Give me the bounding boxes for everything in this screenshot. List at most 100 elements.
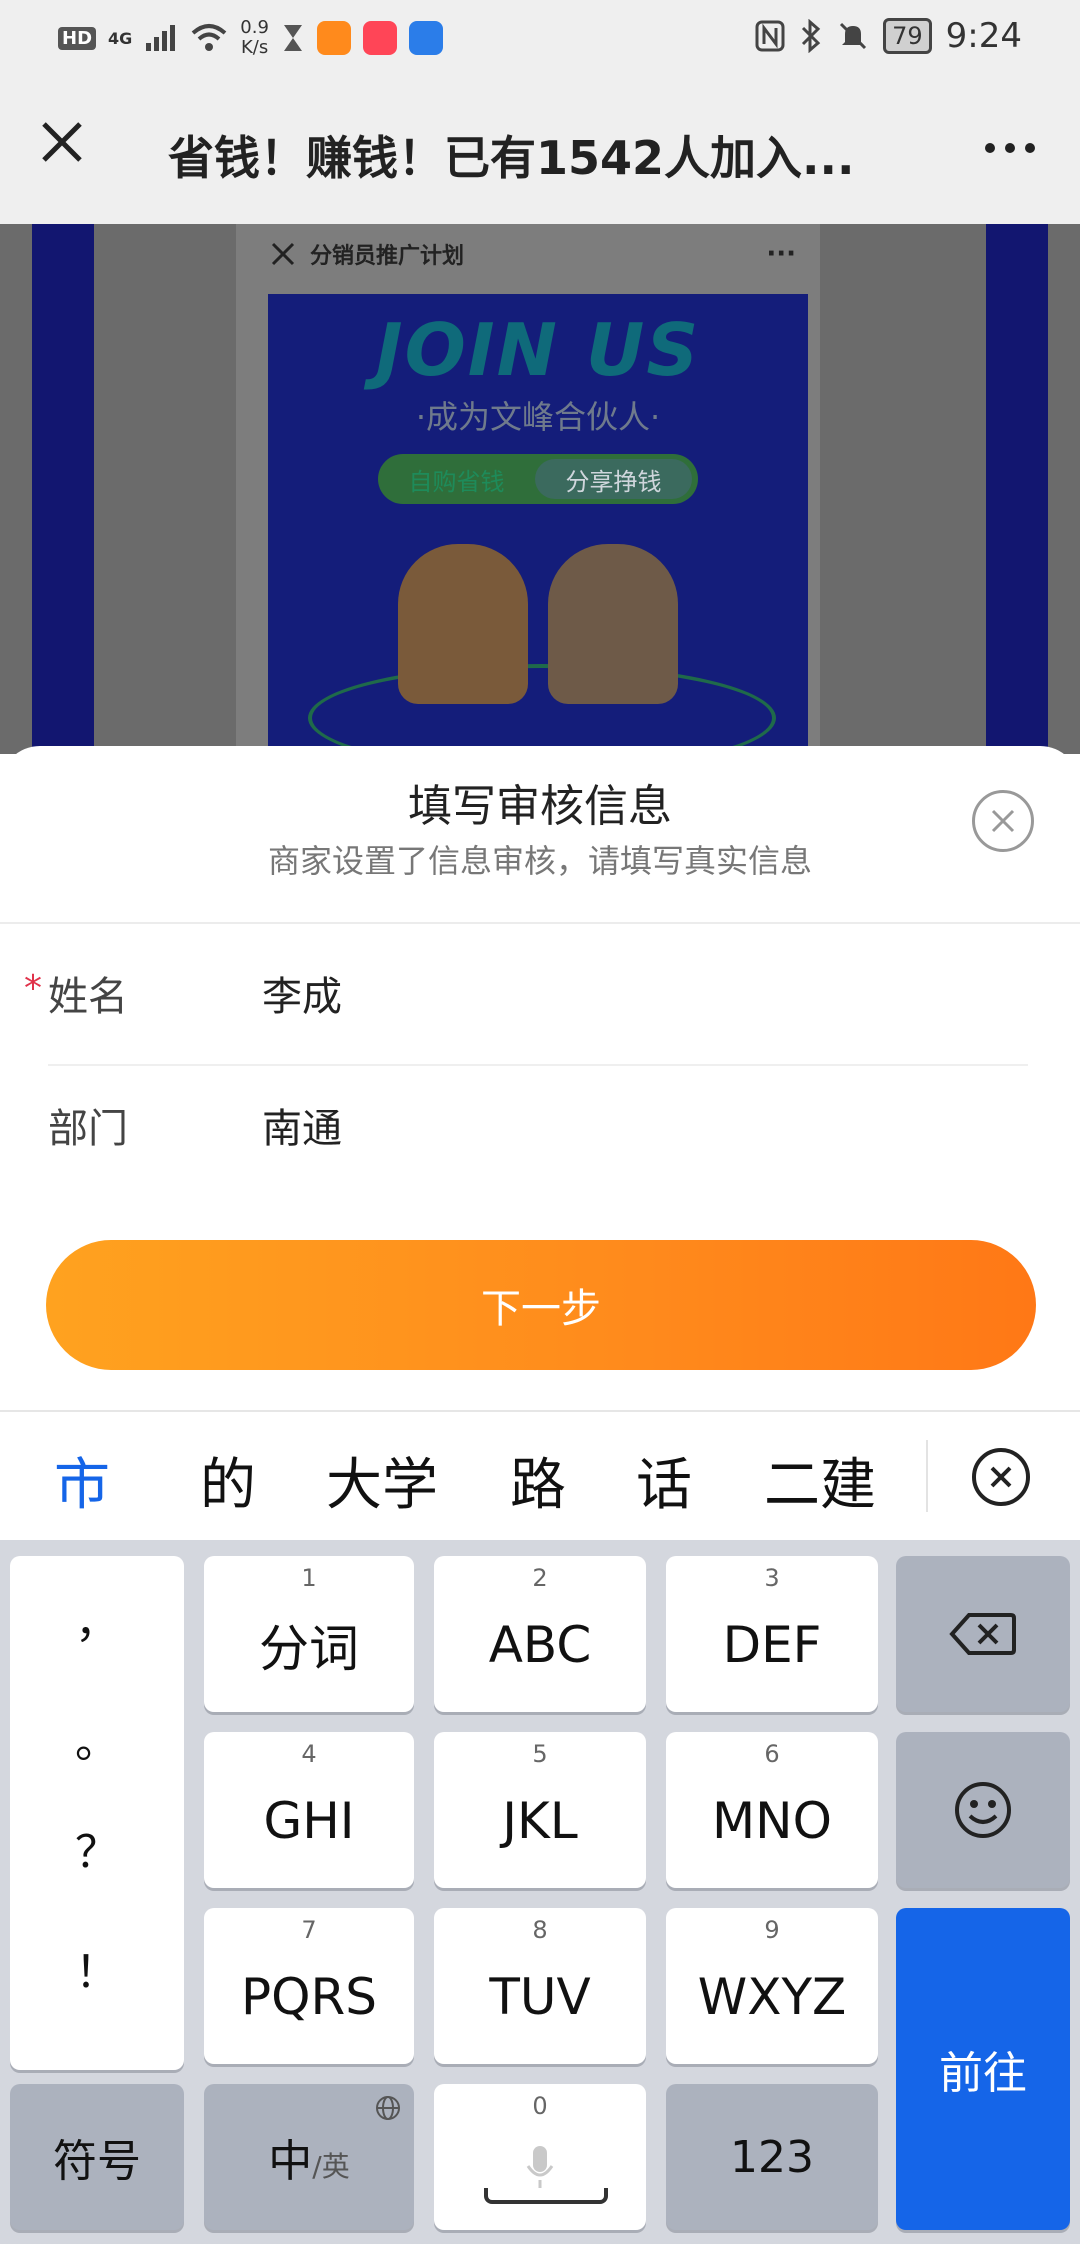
key-number: 7 — [301, 1916, 317, 1944]
poster-pill: 自购省钱 分享挣钱 — [378, 454, 698, 504]
ime-candidate-bar: 市 的 大学 路 话 二建 — [0, 1410, 1080, 1542]
key-8[interactable]: 8 TUV — [434, 1908, 646, 2064]
title-bar: 省钱！赚钱！已有1542人加入... — [0, 80, 1080, 224]
key-label: ABC — [488, 1616, 592, 1674]
key-6[interactable]: 6 MNO — [666, 1732, 878, 1888]
emoji-key[interactable] — [896, 1732, 1070, 1888]
background-right-bar — [986, 224, 1048, 754]
inner-header: 分销员推广计划 ··· — [236, 224, 820, 284]
key-number: 4 — [301, 1740, 317, 1768]
page-title: 省钱！赚钱！已有1542人加入... — [168, 131, 855, 185]
punct-key[interactable]: ！ — [10, 1936, 184, 2000]
speed-unit: K/s — [240, 37, 269, 58]
key-number: 8 — [532, 1916, 548, 1944]
punct-key[interactable]: ， — [10, 1586, 184, 1650]
sheet-title: 填写审核信息 — [408, 781, 672, 832]
globe-icon — [376, 2096, 400, 2120]
inner-more-icon: ··· — [766, 239, 796, 269]
background-inner-page: 分销员推广计划 ··· JOIN US ·成为文峰合伙人· 自购省钱 分享挣钱 — [236, 224, 820, 754]
candidate-close-button[interactable] — [972, 1448, 1030, 1506]
status-left: HD 4G 0.9 K/s — [58, 18, 443, 58]
name-input[interactable]: 李成 — [262, 964, 342, 1022]
status-right: 79 9:24 — [755, 16, 1022, 56]
space-bar-indicator — [484, 2188, 608, 2204]
mic-icon — [526, 2146, 554, 2188]
key-number: 3 — [764, 1564, 780, 1592]
department-field-row[interactable]: 部门 南通 — [0, 1064, 1080, 1196]
key-1[interactable]: 1 分词 — [204, 1556, 414, 1712]
candidate-item[interactable]: 的 — [200, 1440, 256, 1521]
wifi-icon — [191, 24, 227, 51]
lang-main: 中 — [268, 2136, 313, 2187]
backspace-key[interactable] — [896, 1556, 1070, 1712]
background-left-bar — [32, 224, 94, 754]
next-step-button[interactable]: 下一步 — [46, 1240, 1036, 1370]
key-number: 5 — [532, 1740, 548, 1768]
key-label: JKL — [502, 1792, 578, 1850]
key-label: PQRS — [241, 1968, 377, 2026]
status-bar: HD 4G 0.9 K/s 79 9:24 — [0, 0, 1080, 80]
bluetooth-icon — [802, 19, 821, 53]
key-label: TUV — [489, 1968, 591, 2026]
department-input[interactable]: 南通 — [262, 1096, 342, 1154]
candidate-item[interactable]: 话 — [636, 1440, 692, 1521]
candidate-item[interactable]: 市 — [54, 1440, 110, 1521]
symbols-key[interactable]: 符号 — [10, 2084, 184, 2230]
key-5[interactable]: 5 JKL — [434, 1732, 646, 1888]
more-button[interactable] — [970, 120, 1050, 176]
name-label: 姓名 — [48, 974, 128, 1020]
punct-key[interactable]: 。 — [10, 1706, 184, 1770]
emoji-icon — [955, 1782, 1011, 1838]
battery-indicator: 79 — [883, 18, 932, 54]
backspace-icon — [949, 1613, 1016, 1655]
key-7[interactable]: 7 PQRS — [204, 1908, 414, 2064]
nfc-icon — [755, 20, 785, 52]
more-icon — [985, 143, 995, 153]
candidate-item[interactable]: 二建 — [764, 1440, 876, 1521]
space-key[interactable]: 0 — [434, 2084, 646, 2230]
key-label: GHI — [263, 1792, 355, 1850]
punct-key[interactable]: ？ — [10, 1816, 184, 1880]
language-switch-key[interactable]: 中/英 — [204, 2084, 414, 2230]
promo-poster: JOIN US ·成为文峰合伙人· 自购省钱 分享挣钱 — [268, 294, 808, 754]
candidate-close-icon — [990, 1466, 1012, 1488]
numbers-label: 123 — [730, 2131, 814, 2183]
numbers-key[interactable]: 123 — [666, 2084, 878, 2230]
candidate-item[interactable]: 路 — [510, 1440, 566, 1521]
speed-value: 0.9 — [240, 17, 269, 38]
lang-sub: /英 — [312, 2150, 350, 2183]
key-number: 2 — [532, 1564, 548, 1592]
symbols-label: 符号 — [53, 2136, 141, 2187]
mute-bell-icon — [840, 22, 867, 50]
hourglass-icon — [283, 25, 302, 51]
sheet-subtitle: 商家设置了信息审核，请填写真实信息 — [267, 842, 812, 880]
key-9[interactable]: 9 WXYZ — [666, 1908, 878, 2064]
go-label: 前往 — [939, 2048, 1027, 2099]
key-4[interactable]: 4 GHI — [204, 1732, 414, 1888]
key-number: 0 — [532, 2092, 548, 2120]
inner-header-title: 分销员推广计划 — [310, 244, 465, 269]
key-label: MNO — [712, 1792, 832, 1850]
poster-subtitle: ·成为文峰合伙人· — [415, 398, 661, 436]
punctuation-column[interactable]: ， 。 ？ ！ — [10, 1556, 184, 2070]
background-page: 分销员推广计划 ··· JOIN US ·成为文峰合伙人· 自购省钱 分享挣钱 — [0, 224, 1080, 754]
sheet-close-button[interactable] — [972, 790, 1034, 852]
name-field-row[interactable]: * 姓名 李成 — [0, 932, 1080, 1064]
candidate-item[interactable]: 大学 — [326, 1440, 438, 1521]
pill-right: 分享挣钱 — [535, 459, 692, 499]
close-button[interactable] — [30, 110, 94, 174]
video-app-icon — [316, 21, 351, 55]
key-label: WXYZ — [697, 1968, 847, 2026]
pill-left: 自购省钱 — [408, 467, 505, 496]
key-number: 1 — [301, 1564, 317, 1592]
close-icon — [42, 122, 82, 162]
network-label: 4G — [108, 28, 133, 48]
inner-close-icon — [271, 242, 295, 266]
go-key[interactable]: 前往 — [896, 1908, 1070, 2230]
department-label: 部门 — [48, 1106, 128, 1152]
key-2[interactable]: 2 ABC — [434, 1556, 646, 1712]
required-mark: * — [24, 968, 42, 1009]
poster-orbit — [308, 664, 776, 754]
key-3[interactable]: 3 DEF — [666, 1556, 878, 1712]
car-app-icon — [408, 21, 443, 55]
